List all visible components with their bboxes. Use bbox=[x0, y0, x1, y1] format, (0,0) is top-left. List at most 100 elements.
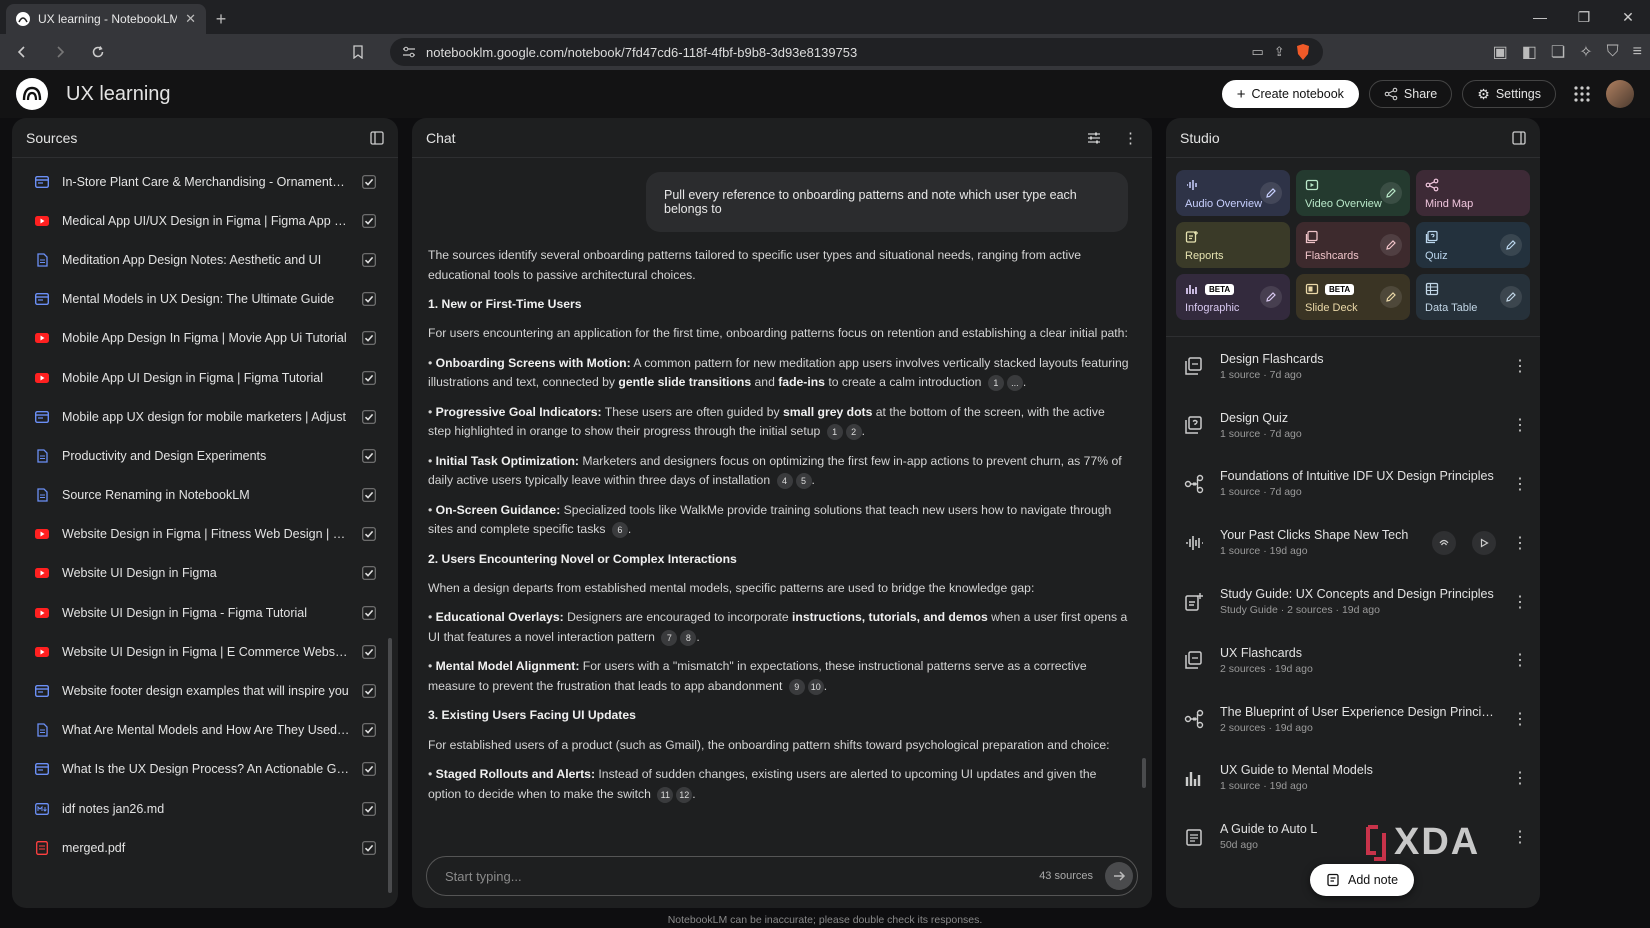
collapse-studio-icon[interactable] bbox=[1512, 130, 1526, 145]
create-notebook-button[interactable]: + Create notebook bbox=[1221, 80, 1359, 108]
studio-note-item[interactable]: Foundations of Intuitive IDF UX Design P… bbox=[1166, 455, 1540, 514]
source-checkbox-icon[interactable] bbox=[362, 527, 376, 542]
play-icon[interactable] bbox=[1472, 530, 1496, 555]
studio-note-item[interactable]: A Guide to Auto L 50d ago ⋮ bbox=[1166, 807, 1540, 866]
notebook-title[interactable]: UX learning bbox=[66, 83, 1212, 106]
tune-icon[interactable] bbox=[1087, 131, 1101, 145]
studio-note-item[interactable]: UX Flashcards 2 sources · 19d ago ⋮ bbox=[1166, 631, 1540, 690]
source-item[interactable]: Source Renaming in NotebookLM bbox=[12, 476, 398, 515]
reload-icon[interactable] bbox=[84, 38, 112, 66]
studio-tile-infographic[interactable]: BETA Infographic bbox=[1176, 274, 1290, 320]
studio-note-item[interactable]: UX Guide to Mental Models 1 source · 19d … bbox=[1166, 749, 1540, 808]
studio-tile-quiz[interactable]: Quiz bbox=[1416, 222, 1530, 268]
add-note-button[interactable]: Add note bbox=[1310, 864, 1415, 896]
source-item[interactable]: Mobile app UX design for mobile marketer… bbox=[12, 397, 398, 436]
studio-tile-slide-deck[interactable]: BETA Slide Deck bbox=[1296, 274, 1410, 320]
source-checkbox-icon[interactable] bbox=[362, 213, 376, 228]
studio-note-item[interactable]: Your Past Clicks Shape New Tech 1 source … bbox=[1166, 513, 1540, 572]
close-tab-icon[interactable]: ✕ bbox=[185, 11, 196, 27]
source-checkbox-icon[interactable] bbox=[362, 801, 376, 816]
studio-tile-audio-overview[interactable]: Audio Overview bbox=[1176, 170, 1290, 216]
source-checkbox-icon[interactable] bbox=[362, 370, 376, 385]
studio-note-item[interactable]: The Blueprint of User Experience Design … bbox=[1166, 690, 1540, 749]
source-checkbox-icon[interactable] bbox=[362, 762, 376, 777]
source-item[interactable]: Website Design in Figma | Fitness Web De… bbox=[12, 515, 398, 554]
source-item[interactable]: Website UI Design in Figma | E Commerce … bbox=[12, 632, 398, 671]
citation-chip[interactable]: ... bbox=[1006, 375, 1023, 392]
source-checkbox-icon[interactable] bbox=[362, 488, 376, 502]
reading-list-icon[interactable]: ❏ bbox=[1551, 42, 1565, 62]
vpn-icon[interactable]: ⛉ bbox=[1607, 43, 1619, 61]
avatar[interactable] bbox=[1606, 80, 1634, 108]
source-checkbox-icon[interactable] bbox=[362, 566, 376, 581]
source-item[interactable]: Mobile App Design In Figma | Movie App U… bbox=[12, 319, 398, 358]
source-checkbox-icon[interactable] bbox=[362, 331, 376, 346]
collapse-panel-icon[interactable] bbox=[370, 130, 384, 145]
source-item[interactable]: merged.pdf bbox=[12, 828, 398, 867]
edit-pencil-icon[interactable] bbox=[1500, 234, 1522, 256]
source-item[interactable]: What Are Mental Models and How Are They … bbox=[12, 711, 398, 750]
sidebar-toggle-icon[interactable]: ◧ bbox=[1522, 42, 1537, 62]
citation-chip[interactable]: 4 bbox=[776, 473, 793, 490]
chat-input[interactable] bbox=[445, 868, 1040, 884]
ai-assistant-icon[interactable]: ✧ bbox=[1579, 42, 1592, 62]
interactive-mode-icon[interactable] bbox=[1432, 530, 1456, 555]
sources-scrollbar[interactable] bbox=[388, 638, 392, 893]
source-item[interactable]: Meditation App Design Notes: Aesthetic a… bbox=[12, 240, 398, 279]
citation-chip[interactable]: 1 bbox=[826, 424, 843, 441]
source-item[interactable]: Mental Models in UX Design: The Ultimate… bbox=[12, 280, 398, 319]
edit-pencil-icon[interactable] bbox=[1500, 286, 1522, 308]
more-options-icon[interactable]: ⋮ bbox=[1512, 533, 1528, 553]
edit-pencil-icon[interactable] bbox=[1380, 234, 1402, 256]
menu-icon[interactable]: ≡ bbox=[1633, 43, 1642, 61]
source-item[interactable]: Website footer design examples that will… bbox=[12, 671, 398, 710]
more-options-icon[interactable]: ⋮ bbox=[1512, 768, 1528, 788]
apps-grid-icon[interactable] bbox=[1574, 86, 1590, 102]
minimize-icon[interactable]: — bbox=[1518, 0, 1562, 34]
source-checkbox-icon[interactable] bbox=[362, 174, 376, 189]
more-options-icon[interactable]: ⋮ bbox=[1512, 415, 1528, 435]
source-item[interactable]: In-Store Plant Care & Merchandising - Or… bbox=[12, 162, 398, 201]
restore-icon[interactable]: ❐ bbox=[1562, 0, 1606, 34]
citation-chip[interactable]: 2 bbox=[845, 424, 862, 441]
source-item[interactable]: What Is the UX Design Process? An Action… bbox=[12, 750, 398, 789]
citation-chip[interactable]: 6 bbox=[611, 522, 628, 539]
new-tab-icon[interactable]: + bbox=[206, 4, 236, 34]
studio-note-item[interactable]: Design Quiz 1 source · 7d ago ⋮ bbox=[1166, 396, 1540, 455]
browser-tab[interactable]: UX learning - NotebookLM ✕ bbox=[6, 4, 206, 34]
share-button[interactable]: Share bbox=[1368, 80, 1453, 108]
edit-pencil-icon[interactable] bbox=[1260, 182, 1282, 204]
source-checkbox-icon[interactable] bbox=[362, 292, 376, 307]
studio-tile-flashcards[interactable]: Flashcards bbox=[1296, 222, 1410, 268]
citation-chip[interactable]: 10 bbox=[807, 679, 824, 696]
studio-tile-mind-map[interactable]: Mind Map bbox=[1416, 170, 1530, 216]
source-checkbox-icon[interactable] bbox=[362, 409, 376, 424]
edit-pencil-icon[interactable] bbox=[1380, 182, 1402, 204]
more-options-icon[interactable]: ⋮ bbox=[1512, 474, 1528, 494]
more-options-icon[interactable]: ⋮ bbox=[1512, 827, 1528, 847]
source-checkbox-icon[interactable] bbox=[362, 449, 376, 463]
more-options-icon[interactable]: ⋮ bbox=[1512, 592, 1528, 612]
more-options-icon[interactable]: ⋮ bbox=[1512, 356, 1528, 376]
source-checkbox-icon[interactable] bbox=[362, 644, 376, 659]
source-item[interactable]: Mobile App UI Design in Figma | Figma Tu… bbox=[12, 358, 398, 397]
more-options-icon[interactable]: ⋮ bbox=[1512, 709, 1528, 729]
studio-note-item[interactable]: Design Flashcards 1 source · 7d ago ⋮ bbox=[1166, 337, 1540, 396]
source-item[interactable]: idf notes jan26.md bbox=[12, 789, 398, 828]
edit-pencil-icon[interactable] bbox=[1260, 286, 1282, 308]
settings-button[interactable]: ⚙ Settings bbox=[1462, 80, 1556, 108]
source-item[interactable]: Website UI Design in Figma bbox=[12, 554, 398, 593]
source-checkbox-icon[interactable] bbox=[362, 723, 376, 738]
bookmark-icon[interactable] bbox=[352, 45, 364, 59]
source-checkbox-icon[interactable] bbox=[362, 840, 376, 855]
citation-chip[interactable]: 11 bbox=[657, 786, 674, 803]
citation-chip[interactable]: 5 bbox=[795, 473, 812, 490]
site-info-icon[interactable] bbox=[402, 46, 416, 58]
studio-note-item[interactable]: Study Guide: UX Concepts and Design Prin… bbox=[1166, 572, 1540, 631]
source-item[interactable]: Productivity and Design Experiments bbox=[12, 436, 398, 475]
studio-tile-video-overview[interactable]: Video Overview bbox=[1296, 170, 1410, 216]
citation-chip[interactable]: 7 bbox=[661, 630, 678, 647]
chat-more-icon[interactable]: ⋮ bbox=[1123, 129, 1138, 147]
studio-tile-data-table[interactable]: Data Table bbox=[1416, 274, 1530, 320]
more-options-icon[interactable]: ⋮ bbox=[1512, 650, 1528, 670]
